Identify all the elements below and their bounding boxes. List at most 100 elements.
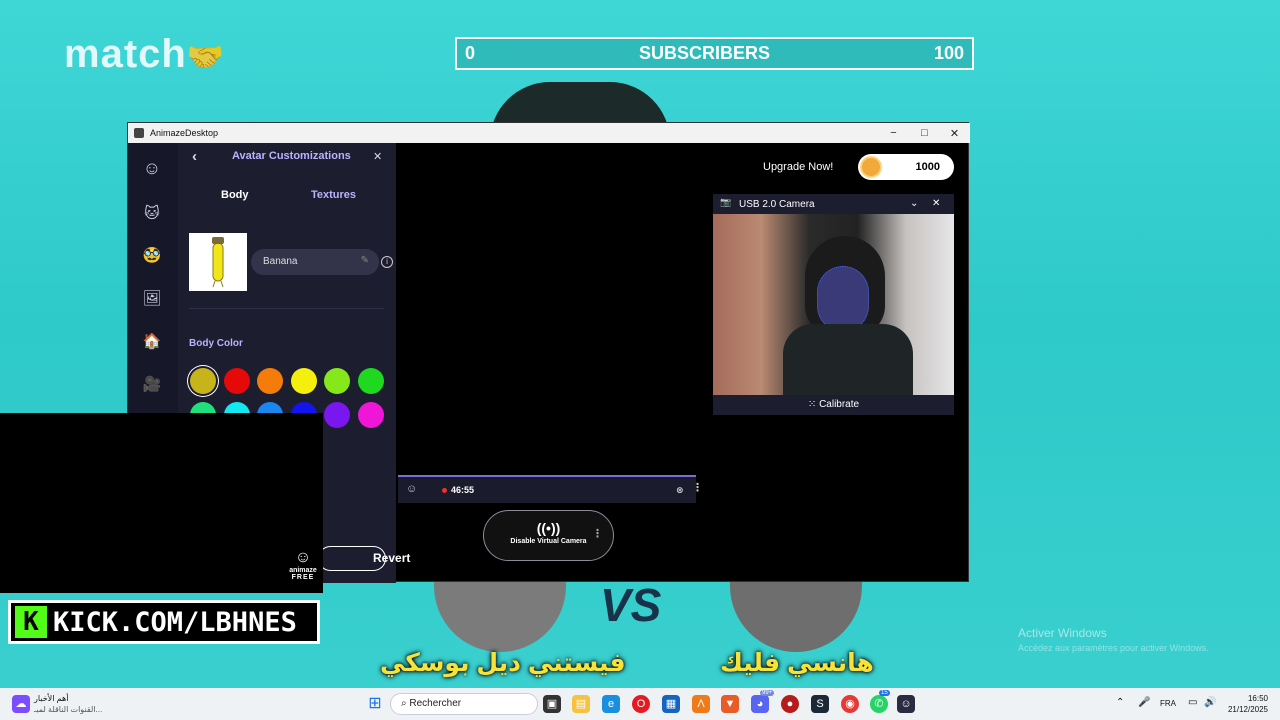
tray-chevron-icon[interactable]: ⌃	[1116, 697, 1124, 708]
discord-badge: 99+	[760, 690, 775, 696]
color-swatch[interactable]	[357, 402, 384, 428]
avatar-name-field[interactable]: Banana ✎	[251, 249, 379, 275]
sub-left: 0	[465, 43, 476, 63]
revert-button[interactable]: Revert	[318, 546, 410, 571]
handshake-icon: 🤝	[186, 41, 226, 74]
coin-count: 1000	[915, 161, 940, 173]
activate-windows-title: Activer Windows	[1018, 626, 1107, 640]
animaze-free-badge: ☺ animaze FREE	[286, 549, 320, 581]
color-swatch[interactable]	[324, 368, 350, 394]
start-icon[interactable]: ⊞	[366, 695, 384, 713]
name-right: هانسي فليك	[720, 649, 874, 677]
title-bar: AnimazeDesktop − □ ✕	[128, 123, 970, 143]
kick-url: KICK.COM/LBHNES	[53, 606, 297, 638]
tab-textures[interactable]: Textures	[311, 189, 356, 201]
color-swatch[interactable]	[324, 402, 350, 428]
volume-icon[interactable]: 🔊	[1204, 697, 1216, 708]
discord-icon[interactable]: ◕	[751, 695, 769, 713]
camera-header: 📷 USB 2.0 Camera ⌄ ✕	[713, 194, 954, 214]
coin-icon	[860, 156, 882, 178]
divider	[189, 308, 384, 309]
match-logo: match🤝	[64, 32, 226, 76]
avatar-icon[interactable]: 🐱	[141, 203, 163, 225]
edge-icon[interactable]: e	[602, 695, 620, 713]
camera-close-icon[interactable]: ✕	[932, 198, 940, 209]
steam-icon[interactable]: S	[811, 695, 829, 713]
portrait-right	[730, 582, 862, 652]
taskbar: ☁ أهم الأخبار القنوات الناقلة لمبـ... ⊞ ⌕…	[0, 688, 1280, 720]
hoodie	[783, 324, 913, 395]
subscribers-bar: 0 SUBSCRIBERS 100	[455, 37, 974, 70]
recording-bar: ☺ 46:55 ⊗ ⋮	[398, 475, 703, 503]
opera-icon[interactable]: O	[632, 695, 650, 713]
color-swatch[interactable]	[190, 368, 216, 394]
props-icon[interactable]: 🥸	[141, 245, 163, 267]
whatsapp-icon[interactable]: ✆	[870, 695, 888, 713]
sub-right: 100	[933, 43, 964, 63]
app-icon	[134, 128, 144, 138]
vcam-menu-icon[interactable]: ⋮	[592, 527, 603, 540]
scene-icon[interactable]: 🏠	[141, 331, 163, 353]
app-record-icon[interactable]: ●	[781, 695, 799, 713]
calibrate-button[interactable]: ⁙ Calibrate	[713, 395, 954, 415]
kick-banner: K KICK.COM/LBHNES	[8, 600, 320, 644]
app-a-icon[interactable]: Λ	[692, 695, 710, 713]
portrait-left	[434, 582, 566, 652]
close-button[interactable]: ✕	[939, 123, 970, 143]
color-swatch[interactable]	[290, 368, 317, 394]
animaze-taskbar-icon[interactable]: ☺	[897, 695, 915, 713]
news-widget[interactable]: أهم الأخبار القنوات الناقلة لمبـ...	[34, 693, 102, 715]
maximize-button[interactable]: □	[909, 123, 940, 143]
microphone-icon[interactable]: 🎤	[1138, 697, 1150, 708]
chevron-down-icon[interactable]: ⌄	[910, 198, 918, 209]
store-icon[interactable]: ▦	[662, 695, 680, 713]
calibrate-icon: ⁙	[807, 399, 820, 410]
body-color-label: Body Color	[189, 338, 243, 349]
brave-icon[interactable]: ▼	[721, 695, 739, 713]
panel-close-icon[interactable]: ✕	[373, 150, 382, 163]
back-icon[interactable]: ‹	[192, 148, 197, 165]
activate-windows-sub: Accédez aux paramètres pour activer Wind…	[1018, 643, 1209, 653]
camera-icon: 📷	[720, 197, 732, 207]
color-swatch[interactable]	[357, 368, 384, 394]
virtual-camera-button[interactable]: ((•)) Disable Virtual Camera ⋮	[483, 510, 614, 561]
animaze-badge-icon: ☺	[294, 549, 312, 566]
kebab-menu-icon[interactable]: ⋮	[692, 481, 703, 494]
window-title: AnimazeDesktop	[150, 128, 219, 138]
minimize-button[interactable]: −	[878, 123, 909, 143]
record-timer: 46:55	[451, 485, 475, 495]
camera-title: USB 2.0 Camera	[739, 199, 815, 210]
sub-title: SUBSCRIBERS	[638, 43, 770, 63]
task-view-icon[interactable]: ▣	[543, 695, 561, 713]
news-widget-icon[interactable]: ☁	[12, 695, 30, 713]
vs-graphic: VS	[600, 579, 662, 631]
clock[interactable]: 16:50 21/12/2025	[1226, 693, 1268, 715]
record-dot-icon	[442, 488, 447, 493]
network-icon[interactable]: ▭	[1188, 697, 1197, 708]
kick-logo-icon: K	[15, 606, 47, 638]
animaze-logo-icon[interactable]: ☺	[141, 157, 163, 179]
color-swatch[interactable]	[257, 368, 283, 394]
file-explorer-icon[interactable]: ▤	[572, 695, 590, 713]
recbar-close-icon[interactable]: ⊗	[676, 485, 684, 496]
info-icon[interactable]: i	[381, 256, 393, 268]
whatsapp-badge: 15	[879, 690, 890, 696]
name-left: فيستني ديل بوسكي	[380, 649, 626, 677]
color-swatch[interactable]	[223, 368, 250, 394]
camera-feed	[713, 214, 954, 395]
broadcast-icon[interactable]: 🎥	[141, 374, 163, 396]
panel-title: Avatar Customizations	[232, 150, 351, 162]
coin-balance[interactable]: 1000	[858, 154, 954, 180]
animaze-small-icon: ☺	[406, 483, 418, 495]
face-tracking-mesh	[817, 266, 869, 332]
search-input[interactable]: ⌕ Rechercher	[390, 693, 538, 715]
language-indicator[interactable]: FRA	[1160, 699, 1176, 708]
overlay-blackbox: ☺ animaze FREE	[0, 413, 323, 593]
upgrade-link[interactable]: Upgrade Now!	[763, 161, 833, 173]
app-red-icon[interactable]: ◉	[841, 695, 859, 713]
tab-body[interactable]: Body	[221, 189, 249, 201]
avatar-thumbnail[interactable]	[189, 233, 247, 291]
background-icon[interactable]: 🖼	[141, 288, 163, 310]
avatar-name: Banana	[263, 256, 298, 267]
edit-icon[interactable]: ✎	[361, 255, 369, 266]
